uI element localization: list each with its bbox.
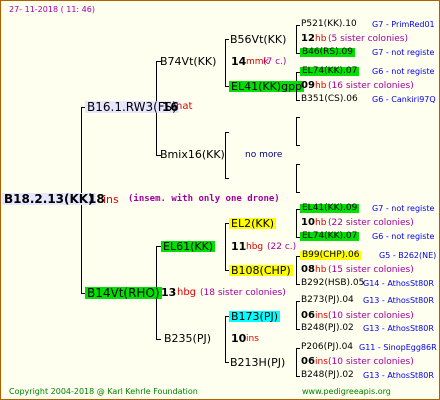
gen4-note: G5 - B262(NE) (379, 251, 437, 260)
dam-aa-id[interactable]: EL2(KK) (229, 218, 277, 229)
sire-ab-id[interactable]: EL41(KK)gpp (229, 81, 305, 92)
root-note: (insem. with only one drone) (128, 194, 280, 204)
connector (296, 301, 300, 302)
dam-bb-mating: ins (315, 357, 328, 367)
dam-b-mating: ins (246, 334, 259, 344)
sire-a-sisters: (7 c.) (263, 57, 287, 67)
dam-aa-year: 10 (301, 217, 315, 228)
dam-ab-sisters: (15 sister colonies) (328, 265, 414, 275)
dam-ba-mating: ins (315, 311, 328, 321)
gen4-id[interactable]: B248(PJ).02 (301, 371, 354, 380)
dam-id[interactable]: B14Vt(RHO) (85, 287, 162, 299)
gen4-id[interactable]: B351(CS).06 (301, 95, 358, 104)
gen4-note: G7 - not registe (372, 48, 435, 57)
connector (296, 164, 300, 165)
dam-ab-year: 08 (301, 264, 315, 275)
site-link[interactable]: www.pedigreeapis.org (302, 388, 391, 396)
dam-aa-mating: hb (315, 218, 327, 228)
sire-b-id[interactable]: Bmix16(KK) (160, 149, 225, 160)
dam-bb-year: 06 (301, 356, 315, 367)
sire-aa-sisters: (5 sister colonies) (328, 34, 409, 44)
sire-mating: nat (176, 101, 193, 112)
dam-bb-id[interactable]: B213H(PJ) (230, 357, 285, 368)
connector (296, 192, 300, 193)
gen4-note: G13 - AthosSt80R (363, 324, 434, 333)
gen4-id[interactable]: P206(PJ).04 (301, 343, 353, 352)
connector (225, 362, 229, 363)
connector (296, 284, 300, 285)
connector (296, 117, 300, 118)
gen4-note: G14 - AthosSt80R (363, 279, 434, 288)
dam-ab-id[interactable]: B108(CHP) (229, 265, 293, 276)
connector (296, 348, 300, 349)
connector (296, 301, 297, 329)
connector (296, 25, 297, 53)
root-queen-id[interactable]: B18.2.13(KK) (2, 193, 96, 205)
connector (296, 164, 297, 192)
sire-a-year: 14 (231, 55, 247, 68)
gen4-note: G7 - not registe (372, 204, 435, 213)
connector (296, 376, 300, 377)
sire-ab-mating: hb (315, 81, 327, 91)
connector (296, 100, 300, 101)
sire-aa-id[interactable]: B56Vt(KK) (230, 34, 286, 45)
no-more-label: no more (245, 150, 283, 160)
connector (225, 39, 229, 40)
gen4-note: G6 - Cankiri97Q (372, 95, 436, 104)
gen4-id[interactable]: B248(PJ).02 (301, 324, 354, 333)
gen4-id[interactable]: P521(KK).10 (301, 20, 357, 29)
dam-a-year: 11 (231, 240, 247, 253)
connector (225, 223, 226, 270)
gen4-id[interactable]: B273(PJ).04 (301, 296, 354, 305)
dam-mating: hbg (177, 287, 197, 298)
connector (296, 117, 297, 145)
gen4-id[interactable]: B46(RS).09 (300, 48, 355, 57)
connector (225, 178, 229, 179)
dam-b-id[interactable]: B235(PJ) (164, 333, 211, 344)
dam-year: 13 (161, 286, 177, 299)
date-stamp: 27- 11-2018 ( 11: 46) (9, 5, 95, 14)
dam-a-id[interactable]: EL61(KK) (161, 241, 216, 252)
gen4-note: G7 - PrimRed01 (372, 20, 435, 29)
dam-ba-id[interactable]: B173(PJ) (229, 311, 281, 322)
dam-aa-sisters: (22 sister colonies) (328, 218, 414, 228)
gen4-note: G13 - AthosSt80R (363, 371, 434, 380)
pedigree-frame: 27- 11-2018 ( 11: 46) B18.2.13(KK) 18 in… (0, 0, 440, 400)
gen4-id[interactable]: B99(CHP).06 (300, 251, 362, 260)
connector (156, 339, 161, 340)
dam-ba-year: 06 (301, 310, 315, 321)
dam-sisters: (18 sister colonies) (200, 288, 286, 298)
copyright-text: Copyright 2004-2018 @ Karl Kehrle Founda… (9, 387, 198, 396)
connector (225, 39, 226, 86)
connector (296, 209, 297, 237)
dam-bb-sisters: (10 sister colonies) (328, 357, 414, 367)
dam-a-sisters: (22 c.) (267, 242, 297, 252)
gen4-note: G11 - SinopEgg86R (359, 343, 437, 352)
connector (296, 25, 300, 26)
sire-ab-year: 09 (301, 80, 315, 91)
root-mating: ins (103, 193, 119, 206)
gen4-note: G13 - AthosSt80R (363, 296, 434, 305)
connector (296, 145, 300, 146)
connector (296, 329, 300, 330)
connector (225, 132, 226, 178)
sire-a-id[interactable]: B74Vt(KK) (160, 56, 216, 67)
gen4-note: G6 - not registe (372, 232, 435, 241)
sire-ab-sisters: (16 sister colonies) (328, 81, 414, 91)
connector (225, 132, 229, 133)
dam-ba-sisters: (10 sister colonies) (328, 311, 414, 321)
dam-ab-mating: hb (315, 265, 327, 275)
connector (225, 316, 226, 362)
gen4-id[interactable]: EL74(KK).07 (300, 67, 360, 76)
gen4-note: G6 - not registe (372, 67, 435, 76)
sire-aa-year: 12 (301, 33, 315, 44)
gen4-id[interactable]: B292(HSB).05 (301, 279, 364, 288)
gen4-id[interactable]: EL41(KK).09 (300, 204, 360, 213)
gen4-id[interactable]: EL74(KK).07 (300, 232, 360, 241)
connector (296, 348, 297, 376)
dam-a-mating: hbg (246, 242, 264, 252)
connector (296, 256, 297, 284)
dam-b-year: 10 (231, 332, 247, 345)
sire-aa-mating: hb (315, 34, 327, 44)
